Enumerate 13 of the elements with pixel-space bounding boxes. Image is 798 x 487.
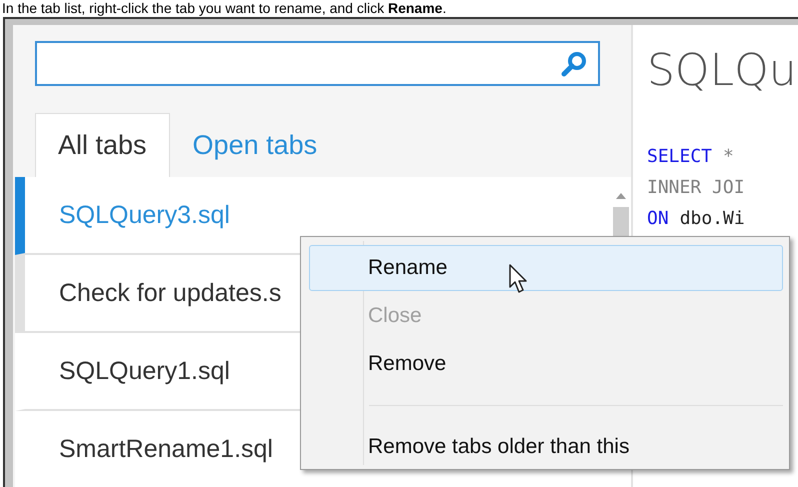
mouse-pointer-icon	[509, 264, 529, 294]
code-line: SELECT *	[647, 145, 735, 169]
scroll-up-arrow-icon[interactable]	[616, 193, 626, 199]
menu-item[interactable]: Rename	[309, 245, 783, 291]
code-line: INNER JOI	[647, 176, 746, 200]
search-icon[interactable]	[560, 50, 588, 78]
instruction-text: In the tab list, right-click the tab you want to rename, and click Rename.	[1, 0, 448, 17]
search-field[interactable]	[35, 41, 600, 86]
menu-item[interactable]: Remove	[309, 341, 783, 387]
menu-item[interactable]: Remove tabs older than this	[309, 424, 783, 470]
code-line: ON dbo.Wi	[647, 207, 746, 231]
document-title: SQLQu	[647, 45, 798, 98]
tab[interactable]: All tabs	[35, 113, 170, 177]
